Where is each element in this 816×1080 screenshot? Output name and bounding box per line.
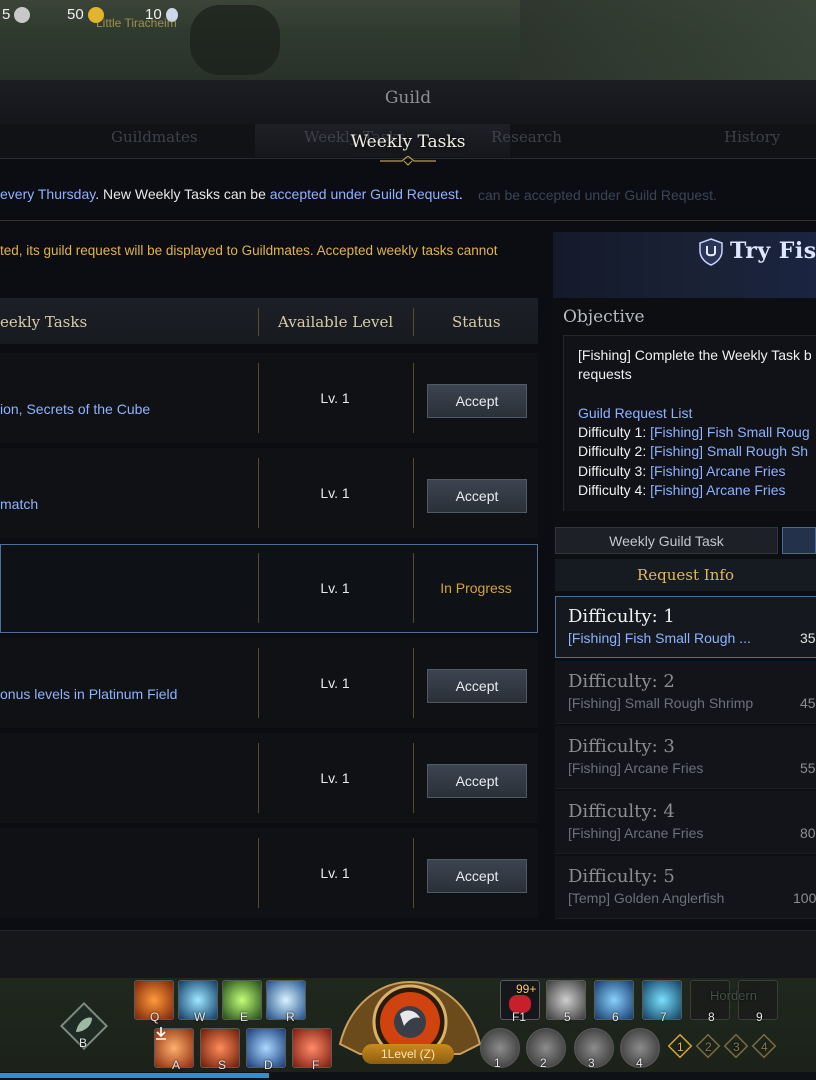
guild-request-list-link[interactable]: Guild Request List [578, 405, 692, 421]
objective-text: [Fishing] Complete the Weekly Task b [578, 347, 812, 363]
request-difficulty: Difficulty: 3 [568, 736, 675, 757]
accept-button[interactable]: Accept [427, 384, 527, 418]
divider [0, 220, 816, 221]
objective-text: requests [578, 366, 632, 382]
task-level: Lv. 1 [320, 390, 350, 406]
task-level: Lv. 1 [320, 770, 350, 786]
tab-secondary[interactable] [782, 527, 816, 554]
level-button[interactable]: 1Level (Z) [362, 1044, 454, 1064]
task-level: Lv. 1 [320, 675, 350, 691]
accept-button[interactable]: Accept [427, 859, 527, 893]
objective-heading: Objective [563, 307, 645, 327]
request-amount: 80 [800, 825, 816, 841]
tab-weekly-guild-task[interactable]: Weekly Guild Task [555, 527, 778, 554]
request-amount: 35 [800, 630, 816, 646]
ghost-label: Hordern [710, 988, 757, 1003]
accept-button[interactable]: Accept [427, 479, 527, 513]
game-scene [0, 0, 816, 80]
request-task: [Fishing] Arcane Fries [568, 760, 704, 776]
difficulty-list-item: Difficulty 3: [Fishing] Arcane Fries [578, 463, 786, 479]
header-available-level: Available Level [278, 313, 394, 331]
difficulty-list-item: Difficulty 2: [Fishing] Small Rough Sh [578, 443, 809, 459]
potion-count: 99+ [516, 982, 537, 996]
window-footer [0, 930, 816, 979]
request-difficulty: Difficulty: 5 [568, 866, 675, 887]
request-info-heading: Request Info [555, 559, 816, 591]
task-name: ion, Secrets of the Cube [0, 401, 151, 417]
key-label: B [79, 1036, 88, 1050]
request-task: [Temp] Golden Anglerfish [568, 890, 725, 906]
overhead-name: Little Tiracheim [96, 16, 177, 30]
tab-history[interactable]: History [724, 128, 780, 146]
request-task: [Fishing] Small Rough Shrimp [568, 695, 754, 711]
silver-coin-icon [14, 6, 31, 23]
difficulty-list-item: Difficulty 4: [Fishing] Arcane Fries [578, 482, 786, 498]
task-name: onus levels in Platinum Field [0, 686, 178, 702]
ghost-info-text: can be accepted under Guild Request. [478, 187, 717, 203]
request-difficulty: Difficulty: 2 [568, 671, 675, 692]
difficulty-list-item: Difficulty 1: [Fishing] Fish Small Roug [578, 424, 810, 440]
task-name: match [0, 496, 39, 512]
acceptance-warning: ted, its guild request will be displayed… [0, 243, 498, 258]
title-ornament-icon [380, 156, 436, 166]
task-level: Lv. 1 [320, 865, 350, 881]
request-difficulty: Difficulty: 1 [568, 606, 675, 627]
task-level: Lv. 1 [320, 580, 350, 596]
guild-request-link[interactable]: accepted under Guild Request [270, 186, 459, 202]
status-in-progress: In Progress [440, 580, 512, 596]
guild-window-title: Guild [384, 88, 432, 108]
currency-silver: 5 [2, 6, 31, 23]
download-icon [156, 1027, 166, 1040]
request-amount: 45 [800, 695, 816, 711]
request-amount: 55 [800, 760, 816, 776]
tab-guildmates[interactable]: Guildmates [111, 128, 198, 146]
request-difficulty: Difficulty: 4 [568, 801, 675, 822]
accept-button[interactable]: Accept [427, 669, 527, 703]
xp-bar-fill [0, 1073, 269, 1078]
weekly-tasks-title: Weekly Tasks [350, 132, 466, 152]
weekly-reset-info: every Thursday. New Weekly Tasks can be … [0, 186, 463, 202]
header-weekly-tasks: eekly Tasks [0, 313, 88, 331]
task-level: Lv. 1 [320, 485, 350, 501]
task-detail-title: Try Fish [730, 238, 816, 264]
header-status: Status [452, 313, 501, 331]
request-amount: 100 [793, 890, 816, 906]
request-task: [Fishing] Fish Small Rough ... [568, 630, 751, 646]
request-task: [Fishing] Arcane Fries [568, 825, 704, 841]
shield-icon [699, 238, 723, 266]
accept-button[interactable]: Accept [427, 764, 527, 798]
